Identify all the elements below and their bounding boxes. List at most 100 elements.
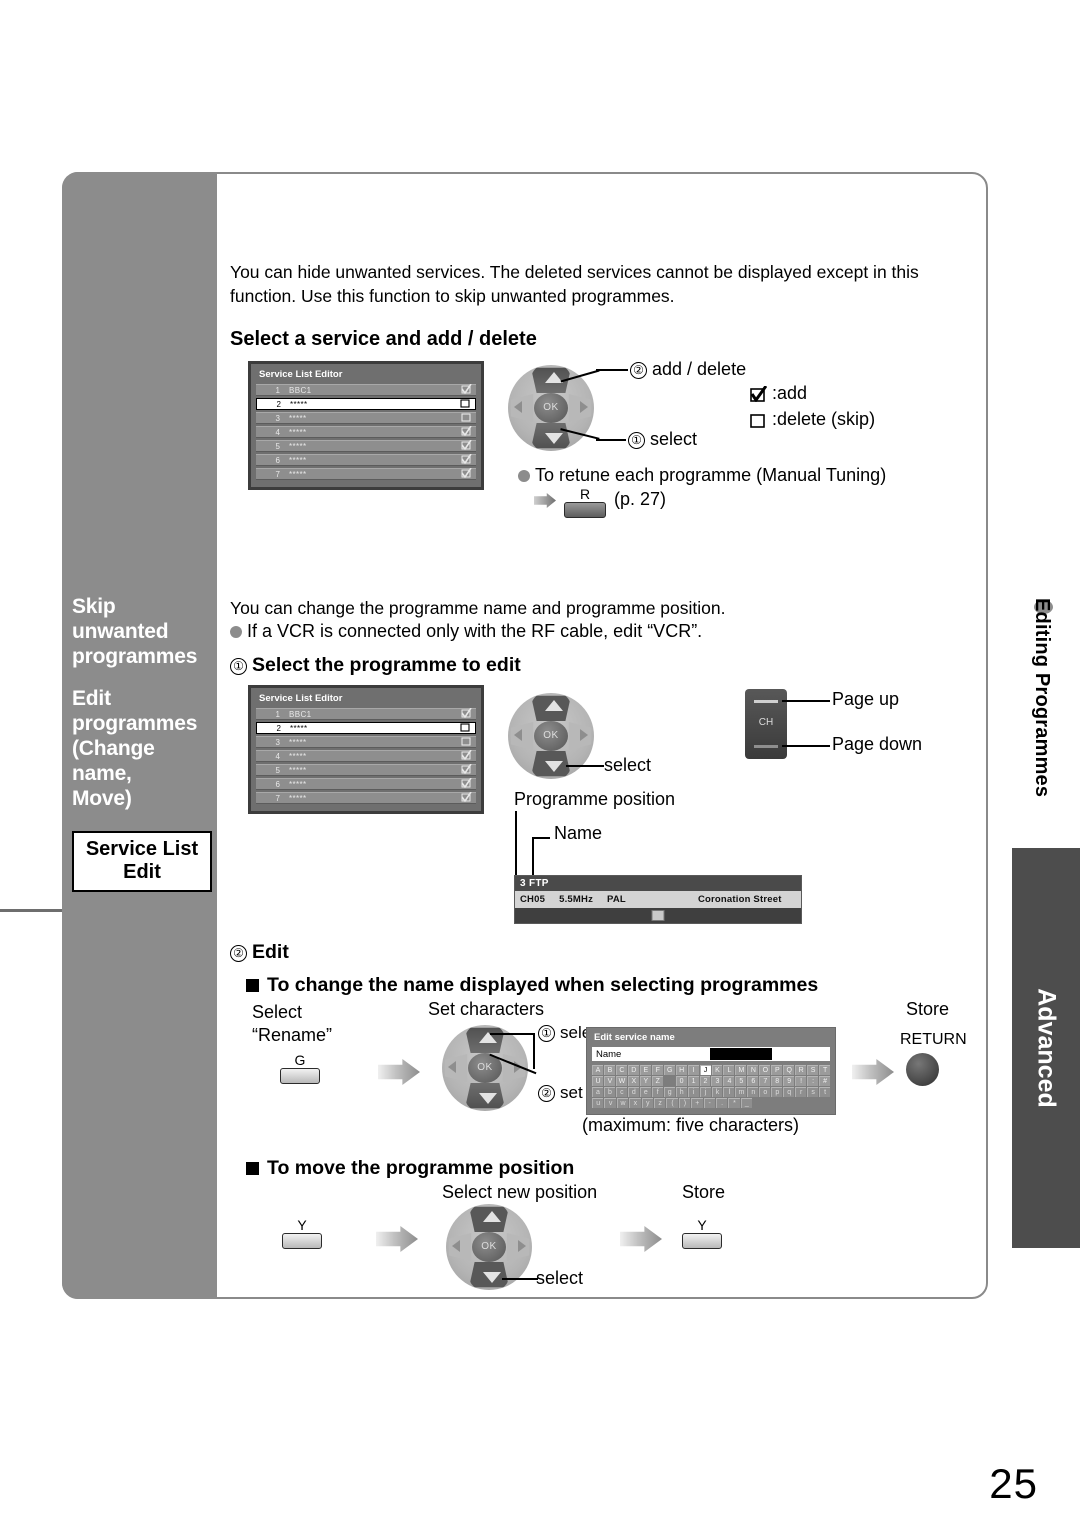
checkbox-checked-icon[interactable]	[461, 453, 472, 466]
keyboard-key[interactable]: q	[783, 1087, 795, 1097]
keyboard-key[interactable]: (	[666, 1098, 678, 1108]
service-list-row[interactable]: 7 *****	[256, 791, 476, 804]
keyboard-key[interactable]: 6	[747, 1076, 759, 1086]
service-list-row[interactable]: 1 BBC1	[256, 383, 476, 396]
service-list-row[interactable]: 3 *****	[256, 412, 476, 424]
keyboard-key[interactable]: W	[615, 1076, 627, 1086]
keyboard-key[interactable]: *	[728, 1098, 740, 1108]
service-list-row[interactable]: 4 *****	[256, 425, 476, 438]
keyboard-key[interactable]: .	[715, 1098, 728, 1108]
keyboard-key[interactable]: X	[627, 1076, 639, 1086]
green-key[interactable]: G	[280, 1053, 320, 1084]
checkbox-checked-icon[interactable]	[461, 777, 472, 790]
dpad-add-delete[interactable]: OK	[508, 365, 594, 451]
yellow-key-2[interactable]: Y	[682, 1218, 722, 1249]
ok-button[interactable]: OK	[534, 721, 568, 751]
return-button[interactable]	[906, 1053, 939, 1086]
service-list-row[interactable]: 3 *****	[256, 736, 476, 748]
keyboard-key[interactable]: g	[663, 1087, 675, 1097]
keyboard-key[interactable]: 7	[759, 1076, 771, 1086]
keyboard-key[interactable]: S	[807, 1065, 819, 1075]
service-list-row[interactable]: 7 *****	[256, 467, 476, 480]
yellow-key-1[interactable]: Y	[282, 1218, 322, 1249]
keyboard-key[interactable]: c	[615, 1087, 627, 1097]
keyboard-key[interactable]: w	[616, 1098, 629, 1108]
ok-button[interactable]: OK	[534, 393, 568, 423]
checkbox-checked-icon[interactable]	[461, 467, 472, 480]
keyboard-key[interactable]: )	[678, 1098, 691, 1108]
checkbox-empty-icon[interactable]	[461, 736, 472, 748]
keyboard-key[interactable]: 8	[771, 1076, 783, 1086]
keyboard-key[interactable]: D	[627, 1065, 639, 1075]
checkbox-checked-icon[interactable]	[461, 791, 472, 804]
checkbox-empty-icon[interactable]	[461, 412, 472, 424]
service-list-row[interactable]: 2 *****	[256, 398, 476, 410]
keyboard-key[interactable]: 2	[699, 1076, 711, 1086]
keyboard-key[interactable]: 9	[783, 1076, 795, 1086]
keyboard-key[interactable]: o	[759, 1087, 771, 1097]
name-field[interactable]: Name	[592, 1047, 830, 1061]
service-list-row[interactable]: 2 *****	[256, 722, 476, 734]
keyboard-key[interactable]: 5	[735, 1076, 747, 1086]
service-list-row[interactable]: 6 *****	[256, 453, 476, 466]
keyboard-key[interactable]: f	[651, 1087, 663, 1097]
checkbox-checked-icon[interactable]	[461, 749, 472, 762]
keyboard-key[interactable]: t	[819, 1087, 831, 1097]
keyboard-key[interactable]: B	[603, 1065, 615, 1075]
keyboard-key[interactable]: x	[629, 1098, 641, 1108]
checkbox-checked-icon[interactable]	[461, 707, 472, 720]
checkbox-empty-icon[interactable]	[460, 398, 471, 410]
service-list-row[interactable]: 5 *****	[256, 439, 476, 452]
keyboard-key[interactable]: -	[703, 1098, 715, 1108]
page-down-bar[interactable]	[754, 745, 778, 748]
keyboard-key[interactable]: r	[795, 1087, 807, 1097]
ch-button[interactable]: CH	[745, 689, 787, 759]
keyboard-key[interactable]: y	[641, 1098, 653, 1108]
keyboard-key[interactable]: Y	[639, 1076, 651, 1086]
red-key[interactable]: R	[564, 487, 606, 518]
keyboard-key[interactable]: V	[603, 1076, 615, 1086]
keyboard-key[interactable]: L	[723, 1065, 735, 1075]
keyboard-key[interactable]: P	[771, 1065, 783, 1075]
keyboard-key[interactable]: F	[651, 1065, 663, 1075]
keyboard-key[interactable]: A	[592, 1065, 603, 1075]
keyboard-key[interactable]: C	[615, 1065, 627, 1075]
keyboard-key[interactable]: a	[592, 1087, 603, 1097]
keyboard-key[interactable]: h	[675, 1087, 687, 1097]
keyboard-key[interactable]: p	[771, 1087, 783, 1097]
service-list-row[interactable]: 4 *****	[256, 749, 476, 762]
keyboard-key[interactable]: b	[603, 1087, 615, 1097]
keyboard-key[interactable]: T	[819, 1065, 831, 1075]
keyboard-key[interactable]: M	[735, 1065, 747, 1075]
keyboard-key[interactable]: u	[592, 1098, 604, 1108]
service-list-row[interactable]: 5 *****	[256, 763, 476, 776]
keyboard-key[interactable]: n	[747, 1087, 759, 1097]
checkbox-checked-icon[interactable]	[461, 425, 472, 438]
keyboard-key[interactable]: i	[687, 1087, 699, 1097]
keyboard-key[interactable]: m	[735, 1087, 747, 1097]
keyboard-key[interactable]: 4	[723, 1076, 735, 1086]
keyboard-key[interactable]: N	[747, 1065, 759, 1075]
keyboard-key[interactable]: l	[723, 1087, 735, 1097]
keyboard-key[interactable]: U	[592, 1076, 603, 1086]
keyboard-key[interactable]: 3	[711, 1076, 723, 1086]
keyboard-key[interactable]: I	[687, 1065, 699, 1075]
keyboard-key[interactable]: j	[699, 1087, 711, 1097]
keyboard-key[interactable]: 0	[675, 1076, 687, 1086]
keyboard-key[interactable]: H	[675, 1065, 687, 1075]
keyboard-key[interactable]: #	[819, 1076, 831, 1086]
keyboard-key[interactable]: z	[653, 1098, 666, 1108]
keyboard-key[interactable]: R	[795, 1065, 807, 1075]
checkbox-checked-icon[interactable]	[461, 763, 472, 776]
keyboard-key[interactable]: Q	[783, 1065, 795, 1075]
keyboard-key[interactable]: J	[699, 1065, 711, 1075]
page-up-bar[interactable]	[754, 700, 778, 703]
keyboard-key[interactable]: d	[627, 1087, 639, 1097]
service-list-row[interactable]: 6 *****	[256, 777, 476, 790]
checkbox-checked-icon[interactable]	[461, 383, 472, 396]
keyboard-key[interactable]: Z	[651, 1076, 663, 1086]
keyboard-key[interactable]: s	[807, 1087, 819, 1097]
dpad-set-characters[interactable]: OK	[442, 1025, 528, 1111]
keyboard-key[interactable]: !	[795, 1076, 807, 1086]
service-list-row[interactable]: 1 BBC1	[256, 707, 476, 720]
